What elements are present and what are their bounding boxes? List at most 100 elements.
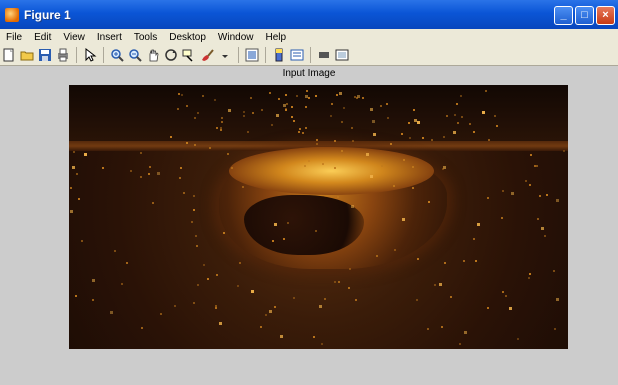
figure-window: Figure 1 _ □ × File Edit View Insert Too… <box>0 0 618 385</box>
image-speckle <box>509 306 512 310</box>
image-speckle <box>285 109 288 112</box>
image-speckle <box>295 94 298 97</box>
image-speckle <box>415 298 418 301</box>
image-speckle <box>421 137 424 140</box>
image-speckle <box>334 166 337 169</box>
image-speckle <box>338 280 341 283</box>
zoom-in-icon[interactable] <box>109 47 125 63</box>
rotate-3d-icon[interactable] <box>163 47 179 63</box>
image-speckle <box>301 131 304 134</box>
image-speckle <box>290 115 293 118</box>
image-speckle <box>536 217 539 220</box>
menu-window[interactable]: Window <box>212 32 260 43</box>
image-speckle <box>110 310 114 314</box>
image-speckle <box>219 127 222 130</box>
image-speckle <box>273 305 276 308</box>
menu-view[interactable]: View <box>57 32 91 43</box>
input-image-axes[interactable] <box>69 85 568 349</box>
image-speckle <box>356 96 359 99</box>
save-icon[interactable] <box>37 47 53 63</box>
image-speckle <box>276 114 280 118</box>
image-speckle <box>174 305 177 308</box>
image-speckle <box>315 138 318 141</box>
minimize-button[interactable]: _ <box>554 6 573 25</box>
image-speckle <box>169 136 172 139</box>
hide-plot-tools-icon[interactable] <box>289 47 305 63</box>
menu-file[interactable]: File <box>0 32 28 43</box>
image-speckle <box>400 133 403 136</box>
zoom-out-icon[interactable] <box>127 47 143 63</box>
menu-desktop[interactable]: Desktop <box>163 32 212 43</box>
image-speckle <box>130 170 133 173</box>
print-icon[interactable] <box>55 47 71 63</box>
open-file-icon[interactable] <box>19 47 35 63</box>
menu-help[interactable]: Help <box>260 32 293 43</box>
image-speckle <box>529 273 532 276</box>
image-speckle <box>412 108 415 111</box>
image-speckle <box>271 123 274 126</box>
image-speckle <box>530 153 533 156</box>
image-speckle <box>293 296 296 299</box>
new-figure-icon[interactable] <box>1 47 17 63</box>
image-speckle <box>486 196 489 199</box>
image-speckle <box>190 220 193 223</box>
image-speckle <box>261 108 264 111</box>
image-speckle <box>511 192 515 196</box>
image-speckle <box>203 264 206 267</box>
title-bar[interactable]: Figure 1 _ □ × <box>0 0 618 29</box>
image-speckle <box>216 274 219 277</box>
close-button[interactable]: × <box>596 6 615 25</box>
maximize-button[interactable]: □ <box>575 6 594 25</box>
image-speckle <box>120 283 123 286</box>
data-cursor-icon[interactable] <box>181 47 197 63</box>
image-speckle <box>464 331 468 335</box>
image-speckle <box>430 139 433 142</box>
image-speckle <box>207 278 210 281</box>
image-speckle <box>102 167 105 170</box>
image-speckle <box>442 167 445 170</box>
image-speckle <box>495 124 498 127</box>
close-icon: × <box>602 9 609 21</box>
image-speckle <box>242 114 245 117</box>
image-speckle <box>533 164 536 167</box>
window-controls: _ □ × <box>554 6 615 25</box>
image-speckle <box>417 257 420 260</box>
image-speckle <box>528 277 531 280</box>
colorbar-icon[interactable] <box>244 47 260 63</box>
show-plot-tools-icon[interactable] <box>316 47 332 63</box>
dock-figure-icon[interactable] <box>334 47 350 63</box>
image-speckle <box>293 119 296 122</box>
image-speckle <box>445 114 448 117</box>
image-speckle <box>544 234 547 237</box>
image-speckle <box>516 338 519 341</box>
image-speckle <box>535 164 538 167</box>
image-speckle <box>220 116 223 119</box>
edit-plot-icon[interactable] <box>82 47 98 63</box>
image-speckle <box>545 193 548 196</box>
menu-edit[interactable]: Edit <box>28 32 57 43</box>
image-speckle <box>269 91 272 94</box>
image-speckle <box>334 280 337 283</box>
image-speckle <box>178 177 181 180</box>
image-speckle <box>305 90 308 93</box>
image-speckle <box>444 262 447 265</box>
image-speckle <box>221 120 224 123</box>
image-speckle <box>441 326 444 329</box>
image-speckle <box>260 326 263 329</box>
menu-insert[interactable]: Insert <box>91 32 128 43</box>
brush-icon[interactable] <box>199 47 215 63</box>
link-plot-icon[interactable] <box>217 47 233 63</box>
image-speckle <box>494 114 497 117</box>
menu-tools[interactable]: Tools <box>128 32 163 43</box>
minimize-icon: _ <box>560 9 567 21</box>
image-speckle <box>329 115 332 118</box>
image-speckle <box>282 238 285 241</box>
image-speckle <box>393 185 396 188</box>
legend-icon[interactable] <box>271 47 287 63</box>
image-speckle <box>284 94 287 97</box>
pan-icon[interactable] <box>145 47 161 63</box>
image-speckle <box>201 94 204 97</box>
image-speckle <box>237 284 240 287</box>
image-speckle <box>331 102 334 105</box>
image-speckle <box>366 152 370 156</box>
